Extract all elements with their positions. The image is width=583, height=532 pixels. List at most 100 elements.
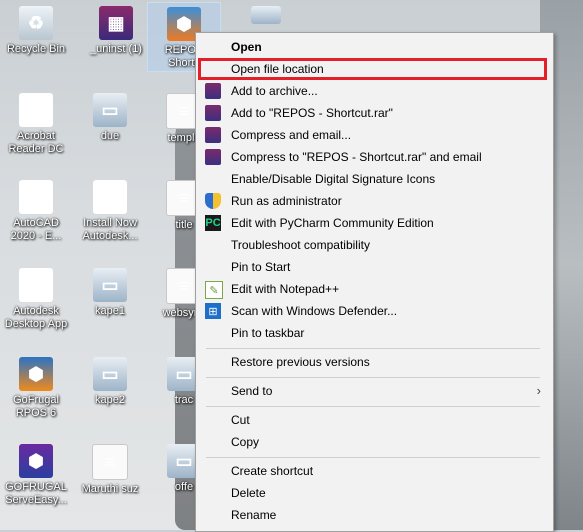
menu-item-label: Open file location: [231, 62, 324, 76]
text-file-icon: ≡: [92, 444, 128, 480]
menu-item-restore-versions[interactable]: Restore previous versions: [196, 351, 553, 373]
menu-item-defender[interactable]: ⊞ Scan with Windows Defender...: [196, 300, 553, 322]
file-icon: ▭: [93, 93, 127, 127]
desktop-icon-label: kape1: [95, 305, 125, 317]
desktop-icon-label: due: [100, 130, 120, 142]
desktop-icon-label: ServeEasy...: [5, 494, 67, 506]
window-icon: [251, 6, 281, 24]
notepad-plus-plus-icon: ✎: [205, 281, 223, 299]
menu-item-label: Run as administrator: [231, 194, 342, 208]
desktop-icon-label: AutoCAD: [13, 217, 59, 229]
desktop-icon-kape1[interactable]: ▭ kape1: [74, 268, 146, 318]
uac-shield-icon: [205, 193, 221, 209]
winrar-icon: [205, 105, 221, 121]
desktop-icon-label: GOFRUGAL: [5, 481, 67, 493]
windows-defender-icon: ⊞: [205, 303, 221, 319]
desktop-icon-gofrugal-rpos[interactable]: ⬢ GoFrugal RPOS 6: [0, 357, 72, 420]
menu-item-pin-taskbar[interactable]: Pin to taskbar: [196, 322, 553, 344]
desktop-icon-label: Autodesk: [13, 305, 59, 317]
menu-item-run-as-admin[interactable]: Run as administrator: [196, 190, 553, 212]
desktop-icon-label: RPOS 6: [15, 407, 57, 419]
recycle-bin-icon: ♻: [19, 6, 53, 40]
menu-item-cut[interactable]: Cut: [196, 409, 553, 431]
menu-item-label: Rename: [231, 508, 277, 522]
gofrugal-icon: ⬢: [19, 357, 53, 391]
menu-item-troubleshoot[interactable]: Troubleshoot compatibility: [196, 234, 553, 256]
menu-item-pin-start[interactable]: Pin to Start: [196, 256, 553, 278]
desktop-icon-due[interactable]: ▭ due: [74, 93, 146, 143]
autodesk-installer-icon: A: [93, 180, 127, 214]
pycharm-icon: PC: [205, 215, 221, 231]
desktop-icon-label: kape2: [95, 394, 125, 406]
menu-item-label: Send to: [231, 384, 273, 398]
menu-item-label: Add to "REPOS - Shortcut.rar": [231, 106, 393, 120]
menu-item-send-to[interactable]: Send to ›: [196, 380, 553, 402]
menu-item-label: Open: [231, 40, 262, 54]
desktop-icon-label: Install Now: [83, 217, 137, 229]
menu-item-label: Cut: [231, 413, 250, 427]
menu-item-open[interactable]: Open: [196, 36, 553, 58]
context-menu: Open Open file location Add to archive..…: [195, 32, 554, 532]
menu-item-label: Restore previous versions: [231, 355, 370, 369]
desktop-icon-label: Desktop App: [4, 318, 68, 330]
serveeasy-icon: ⬢: [19, 444, 53, 478]
menu-item-label: Edit with Notepad++: [231, 282, 340, 296]
desktop-icon-autodesk-desktop[interactable]: A Autodesk Desktop App: [0, 268, 72, 331]
menu-item-label: Add to archive...: [231, 84, 318, 98]
desktop-icon-partial[interactable]: [230, 6, 302, 28]
menu-item-compress-email[interactable]: Compress and email...: [196, 124, 553, 146]
menu-item-compress-rar-email[interactable]: Compress to "REPOS - Shortcut.rar" and e…: [196, 146, 553, 168]
menu-item-label: Compress and email...: [231, 128, 352, 142]
menu-item-label: Create shortcut: [231, 464, 314, 478]
menu-item-label: Enable/Disable Digital Signature Icons: [231, 172, 436, 186]
winrar-archive-icon: ▦: [99, 6, 133, 40]
menu-item-digital-signature[interactable]: Enable/Disable Digital Signature Icons: [196, 168, 553, 190]
desktop-icon-acrobat[interactable]: A Acrobat Reader DC: [0, 93, 72, 156]
menu-item-copy[interactable]: Copy: [196, 431, 553, 453]
menu-separator: [206, 406, 540, 407]
desktop-icon-uninst[interactable]: ▦ _uninst (1): [80, 6, 152, 56]
desktop-icon-autocad[interactable]: A AutoCAD 2020 - E...: [0, 180, 72, 243]
desktop-icon-gofrugal-serveeasy[interactable]: ⬢ GOFRUGAL ServeEasy...: [0, 444, 72, 507]
menu-item-label: Edit with PyCharm Community Edition: [231, 216, 434, 230]
autodesk-icon: A: [19, 268, 53, 302]
autocad-icon: A: [19, 180, 53, 214]
desktop-icon-label: Reader DC: [8, 143, 64, 155]
menu-item-label: Pin to taskbar: [231, 326, 305, 340]
menu-item-label: Delete: [231, 486, 266, 500]
winrar-icon: [205, 127, 221, 143]
menu-separator: [206, 348, 540, 349]
desktop-icon-label: Autodesk...: [82, 230, 138, 242]
winrar-icon: [205, 149, 221, 165]
acrobat-icon: A: [19, 93, 53, 127]
desktop-icon-recycle-bin[interactable]: ♻ Recycle Bin: [0, 6, 72, 56]
desktop-icon-label: Recycle Bin: [6, 43, 66, 55]
menu-item-label: Scan with Windows Defender...: [231, 304, 398, 318]
menu-item-label: Compress to "REPOS - Shortcut.rar" and e…: [231, 150, 482, 164]
desktop-icon-kape2[interactable]: ▭ kape2: [74, 357, 146, 407]
desktop-icon-label: GoFrugal: [13, 394, 59, 406]
winrar-icon: [205, 83, 221, 99]
menu-separator: [206, 457, 540, 458]
menu-item-label: Copy: [231, 435, 260, 449]
menu-item-rename[interactable]: Rename: [196, 504, 553, 526]
menu-item-add-to-archive[interactable]: Add to archive...: [196, 80, 553, 102]
menu-item-label: Troubleshoot compatibility: [231, 238, 370, 252]
desktop-icon-label: _uninst (1): [90, 43, 142, 55]
menu-separator: [206, 377, 540, 378]
menu-item-pycharm[interactable]: PC Edit with PyCharm Community Edition: [196, 212, 553, 234]
file-icon: ▭: [93, 357, 127, 391]
desktop-icon-label: Maruthi suz: [81, 483, 139, 495]
menu-item-create-shortcut[interactable]: Create shortcut: [196, 460, 553, 482]
menu-item-notepad[interactable]: ✎ Edit with Notepad++: [196, 278, 553, 300]
desktop-icon-install-autodesk[interactable]: A Install Now Autodesk...: [74, 180, 146, 243]
file-icon: ▭: [93, 268, 127, 302]
chevron-right-icon: ›: [536, 383, 541, 398]
desktop-icon-maruthi[interactable]: ≡ Maruthi suz: [74, 444, 146, 496]
desktop-icon-label: 2020 - E...: [10, 230, 62, 242]
menu-item-add-to-rar[interactable]: Add to "REPOS - Shortcut.rar": [196, 102, 553, 124]
menu-item-label: Pin to Start: [231, 260, 291, 274]
menu-item-open-file-location[interactable]: Open file location: [198, 58, 547, 80]
menu-item-delete[interactable]: Delete: [196, 482, 553, 504]
desktop-icon-label: Acrobat: [17, 130, 55, 142]
